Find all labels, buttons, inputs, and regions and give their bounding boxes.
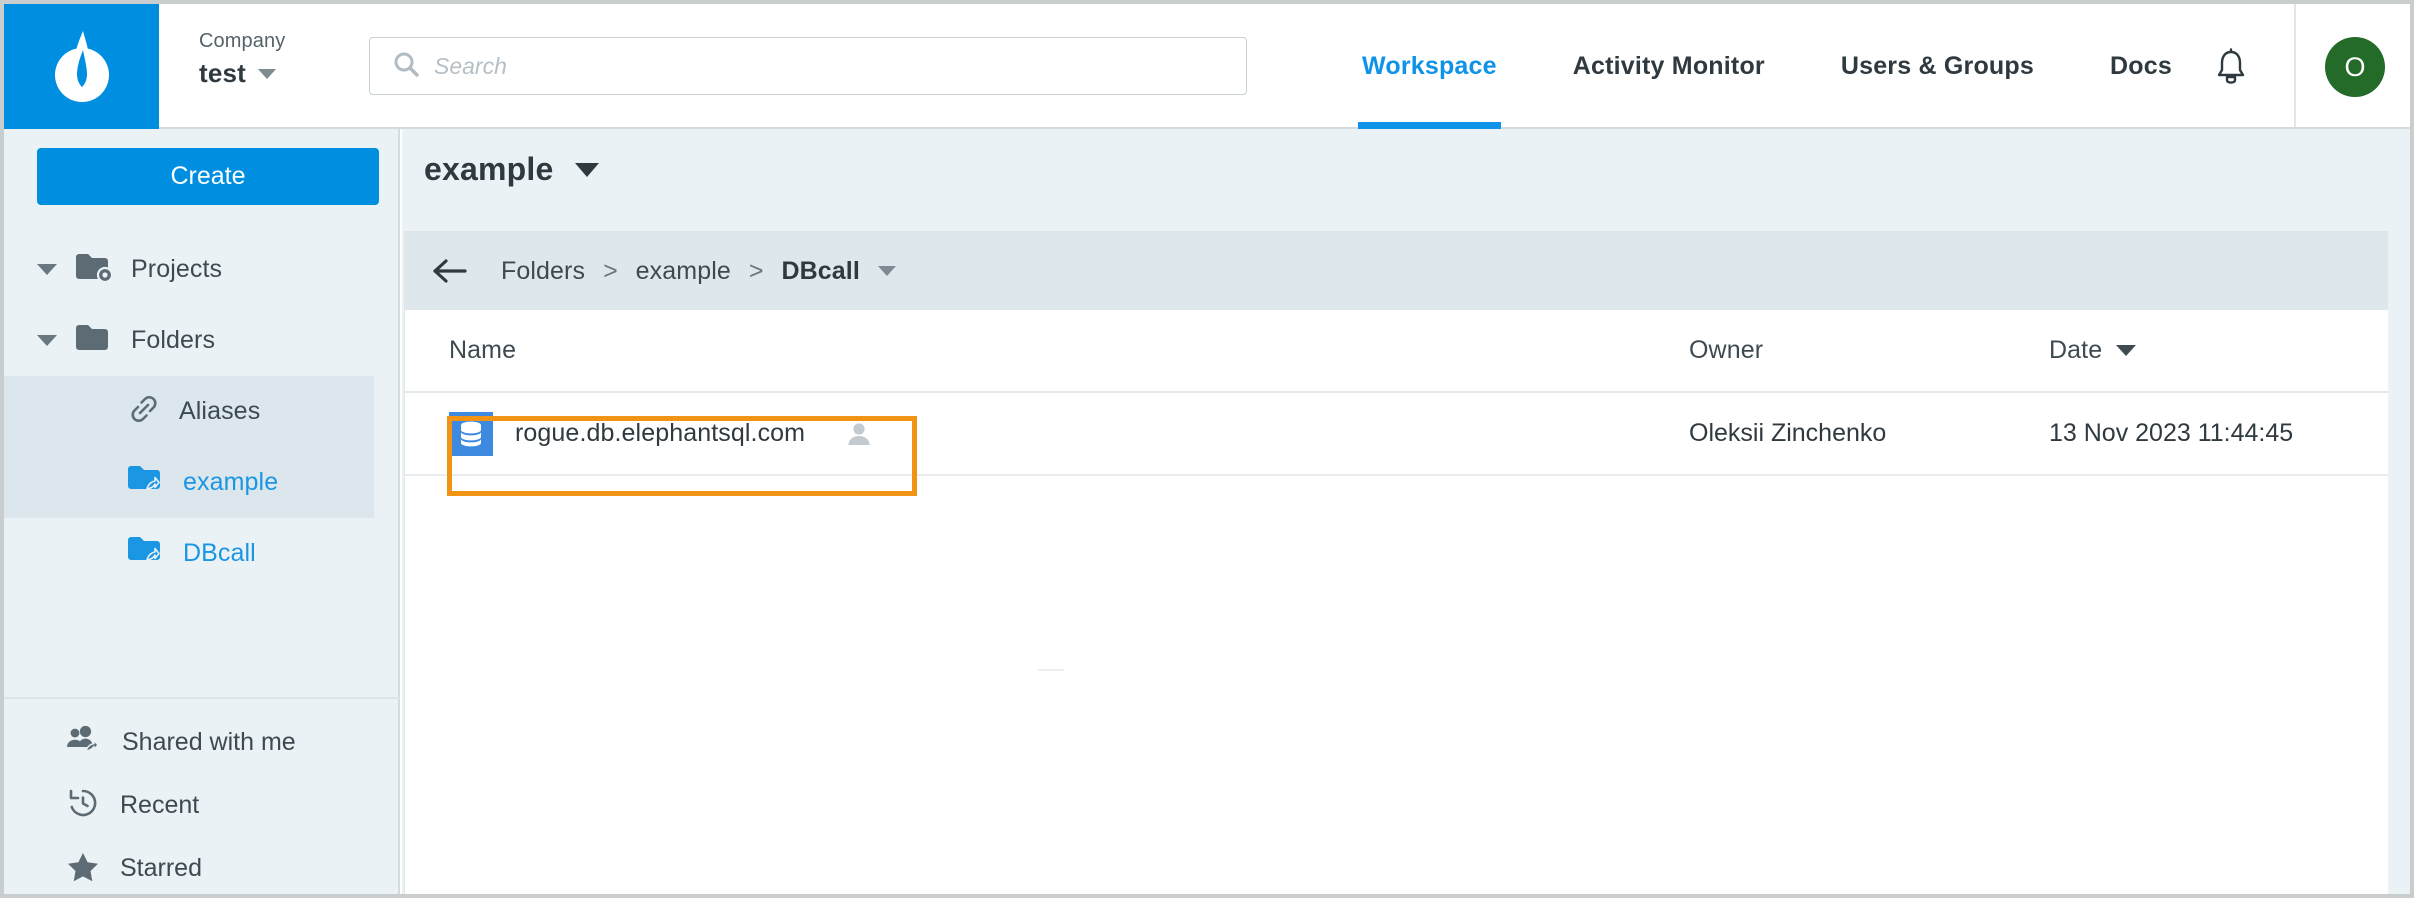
database-icon (449, 411, 493, 456)
sidebar: Create Projects Folders Aliases example … (4, 129, 400, 894)
search-input[interactable] (434, 52, 1224, 80)
table-header: Name Owner Date (405, 310, 2407, 393)
people-shared-icon (66, 725, 102, 760)
sidebar-item-label: example (183, 468, 279, 496)
chevron-down-icon[interactable] (877, 266, 896, 276)
sidebar-item-label: Projects (131, 255, 223, 283)
main-content: example Folders > example > DBcall Name … (402, 129, 2410, 894)
column-header-date-label: Date (2049, 336, 2103, 364)
sidebar-item-aliases[interactable]: Aliases (4, 376, 400, 447)
link-chain-icon (127, 393, 161, 430)
cell-date: 13 Nov 2023 11:44:45 (2049, 419, 2294, 447)
star-icon (66, 850, 100, 887)
teardrop-logo-icon (49, 28, 115, 106)
cell-owner: Oleksii Zinchenko (1689, 419, 1887, 447)
column-header-owner[interactable]: Owner (1689, 336, 2049, 365)
file-name: rogue.db.elephantsql.com (515, 419, 806, 447)
sidebar-bottom-nav: Shared with me Recent Starred (4, 697, 400, 894)
breadcrumb-separator: > (748, 256, 764, 285)
sidebar-item-shared-with-me[interactable]: Shared with me (4, 711, 400, 774)
breadcrumb-item-example[interactable]: example (636, 257, 731, 286)
active-tab-indicator (1358, 122, 1501, 129)
avatar-initial: O (2344, 51, 2366, 82)
caret-down-icon[interactable] (575, 162, 600, 177)
header-divider (2294, 4, 2296, 127)
sidebar-item-label: Shared with me (122, 728, 296, 756)
nav-item-label: Workspace (1362, 52, 1497, 80)
sidebar-tree: Projects Folders Aliases example DBcall … (4, 234, 400, 882)
company-name: test (199, 58, 247, 88)
application-window: Company test Workspace Activity Monitor (4, 4, 2410, 894)
triangle-expanded-icon[interactable] (37, 335, 57, 346)
sidebar-item-projects[interactable]: Projects (4, 234, 400, 305)
sidebar-item-dbcall[interactable]: DBcall (4, 518, 400, 589)
page-title: example (424, 151, 554, 187)
sidebar-item-starred[interactable]: Starred (4, 837, 400, 894)
nav-item-docs[interactable]: Docs (2072, 4, 2210, 129)
main-navigation: Workspace Activity Monitor Users & Group… (1324, 4, 2210, 129)
breadcrumb-separator: > (603, 256, 618, 285)
sidebar-item-label: Folders (131, 326, 216, 354)
faint-artifact (1038, 669, 1064, 671)
sidebar-item-label: Aliases (179, 397, 261, 425)
nav-item-users-and-groups[interactable]: Users & Groups (1803, 4, 2072, 129)
chevron-down-icon (258, 68, 277, 79)
company-label: Company (199, 30, 286, 52)
page-title-row[interactable]: example (424, 151, 600, 188)
company-switcher[interactable]: Company test (199, 28, 369, 89)
right-edge-strip (2388, 129, 2410, 894)
create-button-label: Create (170, 162, 246, 190)
cell-name[interactable]: rogue.db.elephantsql.com (449, 411, 1689, 456)
nav-item-activity-monitor[interactable]: Activity Monitor (1535, 4, 1803, 129)
sidebar-item-label: DBcall (183, 539, 256, 567)
breadcrumb-item-dbcall[interactable]: DBcall (781, 257, 859, 286)
column-header-name[interactable]: Name (449, 336, 1689, 365)
shared-folder-icon (127, 535, 165, 572)
column-header-date[interactable]: Date (2049, 336, 2137, 365)
nav-item-label: Docs (2109, 52, 2172, 80)
sidebar-item-recent[interactable]: Recent (4, 774, 400, 837)
sidebar-item-example[interactable]: example (4, 447, 400, 518)
nav-item-label: Activity Monitor (1572, 52, 1765, 80)
sidebar-item-label: Recent (120, 791, 200, 819)
avatar[interactable]: O (2325, 37, 2385, 97)
person-icon (845, 420, 873, 448)
notifications-button[interactable] (2210, 47, 2252, 91)
history-clock-icon (66, 787, 100, 824)
folder-gear-icon (75, 252, 114, 287)
bell-notification-icon (2214, 47, 2248, 91)
breadcrumb-item-folders[interactable]: Folders (501, 257, 585, 286)
breadcrumb: Folders > example > DBcall (405, 232, 2407, 310)
create-button[interactable]: Create (37, 148, 379, 205)
folder-icon (75, 323, 113, 358)
sort-descending-icon (2116, 345, 2137, 356)
search-box[interactable] (369, 37, 1247, 95)
sidebar-item-label: Starred (120, 854, 202, 882)
table-row[interactable]: rogue.db.elephantsql.com Oleksii Zinchen… (405, 393, 2407, 476)
triangle-expanded-icon[interactable] (37, 264, 57, 275)
content-panel: Folders > example > DBcall Name Owner Da… (404, 231, 2408, 894)
arrow-left-icon[interactable] (431, 257, 471, 285)
nav-item-workspace[interactable]: Workspace (1324, 4, 1535, 129)
app-logo[interactable] (4, 4, 159, 129)
nav-item-label: Users & Groups (1840, 52, 2034, 80)
shared-folder-icon (127, 464, 165, 501)
search-icon (392, 50, 420, 83)
sidebar-item-folders[interactable]: Folders (4, 305, 400, 376)
top-header-bar: Company test Workspace Activity Monitor (4, 4, 2410, 129)
